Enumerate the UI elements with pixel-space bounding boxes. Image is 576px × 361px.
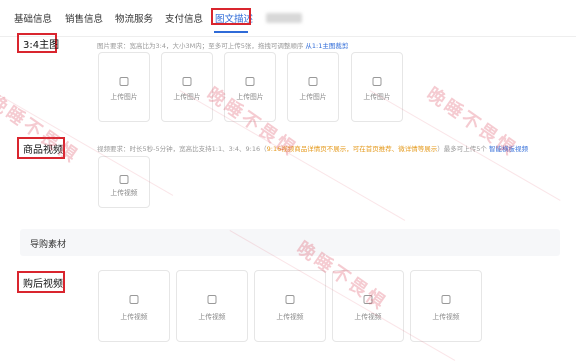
main-image-hint-text: 图片要求：宽高比为3:4，大小3M内；至多可上传5张，拖拽可调整顺序 bbox=[97, 42, 304, 50]
image-icon bbox=[308, 77, 318, 86]
tab-sales-info[interactable]: 销售信息 bbox=[65, 11, 103, 25]
upload-image-label: 上传图片 bbox=[236, 93, 264, 101]
upload-video-slot[interactable]: 上传视频 bbox=[332, 270, 404, 342]
upload-image-slot[interactable]: 上传图片 bbox=[287, 52, 339, 122]
upload-image-slot[interactable]: 上传图片 bbox=[224, 52, 276, 122]
product-video-title: 商品视频 bbox=[17, 137, 65, 159]
upload-image-slot[interactable]: 上传图片 bbox=[98, 52, 150, 122]
product-video-hint-prefix: 视频要求：时长5秒-5分钟，宽高比支持1:1、3:4、9:16（ bbox=[97, 145, 267, 153]
video-icon bbox=[119, 175, 129, 184]
main-image-hint: 图片要求：宽高比为3:4，大小3M内；至多可上传5张，拖拽可调整顺序 从1:1主… bbox=[97, 40, 348, 50]
smart-landscape-video-link[interactable]: 智能横板视频 bbox=[489, 145, 528, 153]
guide-materials-title: 导购素材 bbox=[30, 240, 67, 250]
upload-image-label: 上传图片 bbox=[110, 93, 138, 101]
tab-logistics[interactable]: 物流服务 bbox=[115, 11, 153, 25]
upload-image-slot[interactable]: 上传图片 bbox=[161, 52, 213, 122]
upload-video-slot[interactable]: 上传视频 bbox=[98, 156, 150, 208]
tab-highlight-box bbox=[211, 8, 251, 25]
upload-video-label: 上传视频 bbox=[198, 313, 226, 321]
video-icon bbox=[285, 295, 295, 304]
upload-video-slot[interactable]: 上传视频 bbox=[254, 270, 326, 342]
upload-video-label: 上传视频 bbox=[276, 313, 304, 321]
tab-bar: 基础信息 销售信息 物流服务 支付信息 图文描述 bbox=[0, 0, 576, 37]
upload-video-label: 上传视频 bbox=[354, 313, 382, 321]
upload-video-slot[interactable]: 上传视频 bbox=[410, 270, 482, 342]
product-video-hint-suffix: ）最多可上传5个 bbox=[437, 145, 487, 153]
after-purchase-video-title: 购后视频 bbox=[17, 271, 65, 293]
video-icon bbox=[441, 295, 451, 304]
image-icon bbox=[119, 77, 129, 86]
image-icon bbox=[245, 77, 255, 86]
upload-video-slot[interactable]: 上传视频 bbox=[98, 270, 170, 342]
upload-image-label: 上传图片 bbox=[299, 93, 327, 101]
main-image-title: 3:4主图 bbox=[17, 33, 59, 53]
upload-video-label: 上传视频 bbox=[120, 313, 148, 321]
product-video-hint: 视频要求：时长5秒-5分钟，宽高比支持1:1、3:4、9:16（9:16视频商品… bbox=[97, 143, 528, 153]
video-icon bbox=[363, 295, 373, 304]
video-icon bbox=[207, 295, 217, 304]
guide-materials-header: 导购素材 bbox=[20, 229, 560, 256]
upload-image-label: 上传图片 bbox=[173, 93, 201, 101]
active-tab-indicator bbox=[214, 31, 248, 33]
product-video-hint-warning: 9:16视频商品详情页不展示，可在首页推荐、微详情等展示 bbox=[266, 145, 438, 153]
upload-image-slot[interactable]: 上传图片 bbox=[351, 52, 403, 122]
tab-basic-info[interactable]: 基础信息 bbox=[14, 11, 52, 25]
video-icon bbox=[129, 295, 139, 304]
upload-video-label: 上传视频 bbox=[432, 313, 460, 321]
blurred-tab bbox=[266, 13, 302, 23]
upload-video-label: 上传视频 bbox=[110, 189, 138, 197]
crop-from-square-link[interactable]: 从1:1主图裁剪 bbox=[305, 42, 348, 50]
upload-image-label: 上传图片 bbox=[363, 93, 391, 101]
image-icon bbox=[372, 77, 382, 86]
tab-payment[interactable]: 支付信息 bbox=[165, 11, 203, 25]
image-icon bbox=[182, 77, 192, 86]
upload-video-slot[interactable]: 上传视频 bbox=[176, 270, 248, 342]
